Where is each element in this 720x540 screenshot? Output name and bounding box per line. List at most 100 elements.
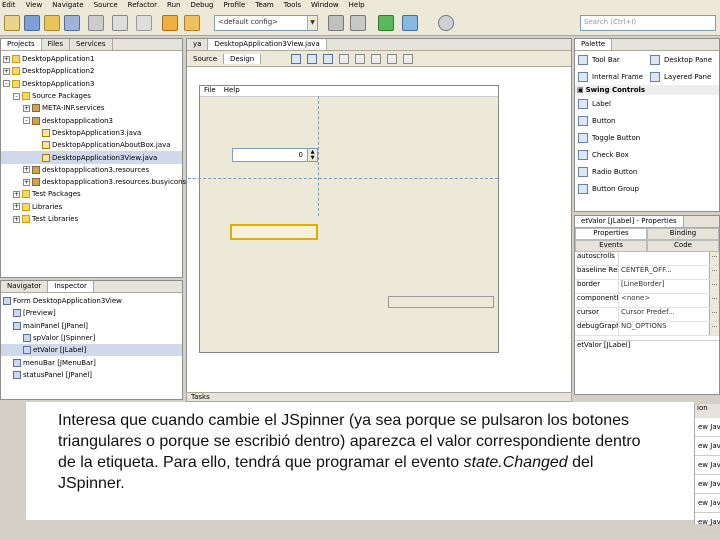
expand-icon[interactable]: + <box>13 203 20 211</box>
undo-icon[interactable] <box>162 15 178 31</box>
new-file-icon[interactable] <box>4 15 20 31</box>
inspector-node[interactable]: Form DesktopApplication3View <box>1 295 182 307</box>
expand-icon[interactable]: + <box>23 166 30 174</box>
align-right-icon[interactable] <box>355 53 366 64</box>
collapse-icon[interactable]: - <box>23 117 30 125</box>
chevron-down-icon[interactable]: ▼ <box>307 16 317 30</box>
properties-tab-binding[interactable]: Binding <box>647 228 719 240</box>
palette-section-swing-controls[interactable]: ▣ Swing Controls <box>575 85 719 95</box>
tab-projects[interactable]: Projects <box>1 39 42 50</box>
mode-tab-design[interactable]: Design <box>224 53 262 64</box>
palette-item[interactable]: Layered Pane <box>647 68 719 85</box>
center-horizontal-icon[interactable] <box>371 53 382 64</box>
properties-tab-events[interactable]: Events <box>575 240 647 252</box>
property-row[interactable]: componentPopupMenu<none>… <box>575 294 719 308</box>
tab-services[interactable]: Services <box>70 39 113 50</box>
property-row[interactable]: border [LineBorder]… <box>575 280 719 294</box>
menu-window[interactable]: Window <box>311 1 339 9</box>
cut-icon[interactable] <box>88 15 104 31</box>
property-value[interactable]: CENTER_OFF... <box>619 266 709 279</box>
palette-control[interactable]: Button Group <box>575 180 719 197</box>
expand-icon[interactable]: + <box>3 67 10 75</box>
spinner-spValor[interactable]: 0 ▲ ▼ <box>232 148 318 162</box>
menu-profile[interactable]: Profile <box>223 1 245 9</box>
tree-item[interactable]: + META-INF.services <box>1 102 182 114</box>
menu-debug[interactable]: Debug <box>190 1 213 9</box>
menu-navigate[interactable]: Navigate <box>52 1 83 9</box>
tree-item[interactable]: + DesktopApplication2 <box>1 65 182 77</box>
inspector-node[interactable]: statusPanel [JPanel] <box>1 369 182 381</box>
inspector-node[interactable]: mainPanel [JPanel] <box>1 320 182 332</box>
task-row[interactable]: ew Java <box>695 513 720 532</box>
tab-navigator[interactable]: Navigator <box>1 281 49 292</box>
palette-item[interactable]: Desktop Pane <box>647 51 719 68</box>
inspector-node[interactable]: menuBar [JMenuBar] <box>1 356 182 368</box>
tab-files[interactable]: Files <box>42 39 70 50</box>
label-etValor[interactable] <box>230 224 318 240</box>
tree-item[interactable]: - Source Packages <box>1 90 182 102</box>
ellipsis-icon[interactable]: … <box>709 308 719 321</box>
tree-item[interactable]: + Test Packages <box>1 188 182 200</box>
form-menu-file[interactable]: File <box>204 86 216 96</box>
form-menu-help[interactable]: Help <box>224 86 240 96</box>
align-top-icon[interactable] <box>387 53 398 64</box>
inspector-node[interactable]: spValor [JSpinner] <box>1 332 182 344</box>
collapse-icon[interactable]: - <box>3 80 10 88</box>
config-combo[interactable]: <default config> ▼ <box>214 15 318 31</box>
run-icon[interactable] <box>378 15 394 31</box>
property-value[interactable]: [LineBorder] <box>619 280 709 293</box>
property-row[interactable]: debugGraphicsOptionsNO_OPTIONS… <box>575 322 719 336</box>
design-form[interactable]: File Help 0 ▲ ▼ <box>188 85 499 353</box>
menu-help[interactable]: Help <box>349 1 365 9</box>
palette-control[interactable]: Check Box <box>575 146 719 163</box>
property-row[interactable]: autoscrolls… <box>575 252 719 266</box>
menu-source[interactable]: Source <box>94 1 118 9</box>
align-left-icon[interactable] <box>339 53 350 64</box>
palette-control[interactable]: Label <box>575 95 719 112</box>
tab-inspector[interactable]: Inspector <box>48 281 94 292</box>
ellipsis-icon[interactable]: … <box>709 252 719 265</box>
palette-item[interactable]: Internal Frame <box>575 68 647 85</box>
tree-item[interactable]: + DesktopApplication1 <box>1 53 182 65</box>
align-bottom-icon[interactable] <box>403 53 414 64</box>
save-all-icon[interactable] <box>64 15 80 31</box>
profile-icon[interactable] <box>438 15 454 31</box>
palette-item[interactable]: Tool Bar <box>575 51 647 68</box>
tree-item[interactable]: + Libraries <box>1 201 182 213</box>
menu-team[interactable]: Team <box>255 1 274 9</box>
tree-item[interactable]: + desktopapplication3.resources.busyicons <box>1 176 186 188</box>
task-row[interactable]: ew Java <box>695 437 720 456</box>
ellipsis-icon[interactable]: … <box>709 266 719 279</box>
search-field[interactable]: Search (Ctrl+I) <box>580 15 716 31</box>
spinner-arrows-icon[interactable]: ▲ ▼ <box>307 149 317 161</box>
expand-icon[interactable]: + <box>13 215 20 223</box>
tree-item[interactable]: - desktopapplication3 <box>1 114 182 126</box>
menu-tools[interactable]: Tools <box>284 1 301 9</box>
build-icon[interactable] <box>328 15 344 31</box>
expand-icon[interactable]: + <box>13 190 20 198</box>
tree-item[interactable]: DesktopApplication3.java <box>1 127 182 139</box>
property-row[interactable]: cursor Cursor Predef...… <box>575 308 719 322</box>
copy-icon[interactable] <box>112 15 128 31</box>
connection-mode-icon[interactable] <box>307 53 318 64</box>
ellipsis-icon[interactable]: … <box>709 294 719 307</box>
tree-item[interactable]: DesktopApplicationAboutBox.java <box>1 139 182 151</box>
tree-item[interactable]: + Test Libraries <box>1 213 182 225</box>
task-row[interactable]: ew Java <box>695 418 720 437</box>
palette-control[interactable]: Toggle Button <box>575 129 719 146</box>
editor-tab-ya[interactable]: ya <box>187 39 209 50</box>
property-value[interactable]: Cursor Predef... <box>619 308 709 321</box>
collapse-icon[interactable]: - <box>13 92 20 100</box>
palette-title[interactable]: Palette <box>575 39 613 50</box>
expand-icon[interactable]: + <box>23 104 30 112</box>
property-row[interactable]: baseline ResizeBehaviorCENTER_OFF...… <box>575 266 719 280</box>
tree-item[interactable]: DesktopApplication3View.java <box>1 151 182 164</box>
task-row[interactable]: ew Java <box>695 456 720 475</box>
mode-tab-source[interactable]: Source <box>187 53 225 64</box>
properties-tab-properties[interactable]: Properties <box>575 228 647 240</box>
menu-refactor[interactable]: Refactor <box>128 1 157 9</box>
open-project-icon[interactable] <box>44 15 60 31</box>
redo-icon[interactable] <box>184 15 200 31</box>
ellipsis-icon[interactable]: … <box>709 280 719 293</box>
palette-control[interactable]: Button <box>575 112 719 129</box>
